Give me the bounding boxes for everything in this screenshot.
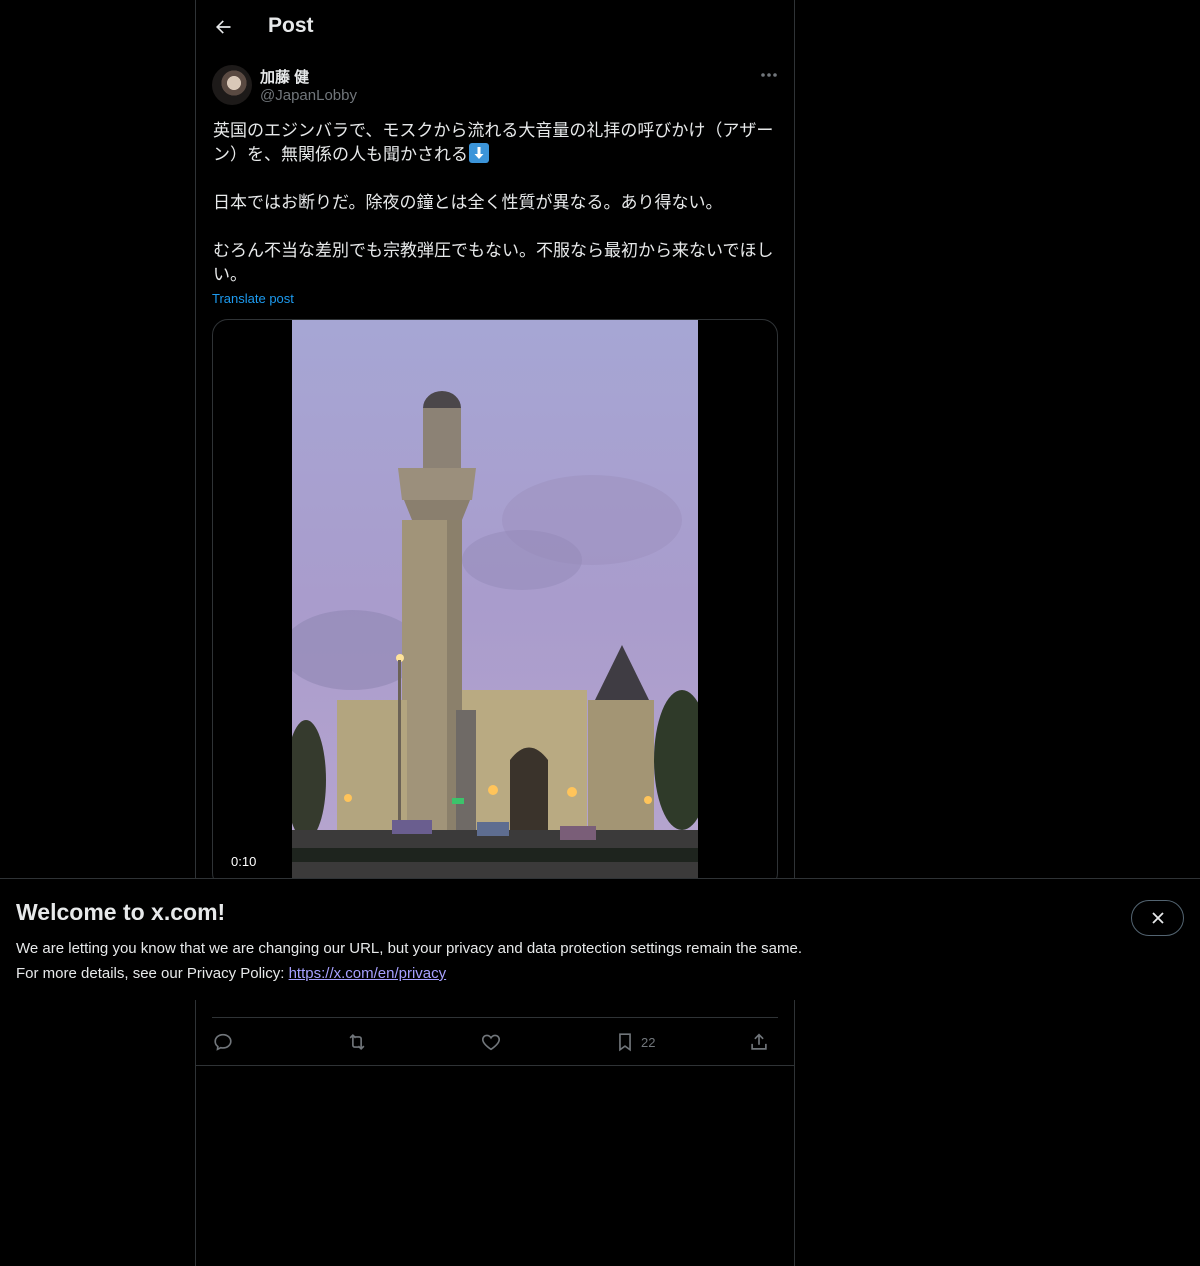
page-title: Post (268, 14, 314, 37)
post-header: Post (196, 0, 794, 53)
heart-icon (481, 1034, 501, 1051)
tweet-text: 英国のエジンバラで、モスクから流れる大音量の礼拝の呼びかけ（アザーン）を、無関係… (213, 119, 776, 287)
tweet-paragraph-1: 英国のエジンバラで、モスクから流れる大音量の礼拝の呼びかけ（アザーン）を、無関係… (213, 121, 774, 164)
main-column: Post 加藤 健 @JapanLobby 英国のエジンバラで、モスクから流れる… (195, 0, 795, 1266)
tweet-paragraph-2: 日本ではお断りだ。除夜の鐘とは全く性質が異なる。あり得ない。 (213, 193, 723, 212)
close-banner-button[interactable] (1131, 900, 1184, 936)
author-display-name[interactable]: 加藤 健 (260, 66, 309, 87)
reply-button[interactable] (212, 1030, 234, 1054)
banner-line-2: For more details, see our Privacy Policy… (16, 961, 1016, 986)
tweet-paragraph-3: むろん不当な差別でも宗教弾圧でもない。不服なら最初から来ないでほしい。 (213, 241, 774, 284)
bookmark-icon (619, 1033, 631, 1052)
repost-button[interactable] (346, 1030, 368, 1054)
video-thumbnail (292, 320, 698, 888)
video-player[interactable]: 0:10 (212, 319, 778, 889)
divider (196, 1065, 794, 1066)
reply-icon (214, 1033, 232, 1051)
share-button[interactable] (748, 1030, 770, 1054)
banner-line-1: We are letting you know that we are chan… (16, 940, 802, 957)
translate-post-link[interactable]: Translate post (212, 291, 294, 306)
like-button[interactable] (480, 1030, 502, 1054)
bookmark-count: 22 (641, 1034, 656, 1050)
avatar[interactable] (212, 65, 252, 105)
banner-title: Welcome to x.com! (16, 899, 226, 925)
author-handle[interactable]: @JapanLobby (260, 87, 357, 104)
action-bar: 22 (212, 1017, 778, 1066)
more-icon (761, 73, 777, 77)
back-button[interactable] (208, 10, 238, 44)
banner-line-2-text: For more details, see our Privacy Policy… (16, 965, 289, 982)
url-change-banner: Welcome to x.com! We are letting you kno… (0, 878, 1200, 1000)
banner-message: We are letting you know that we are chan… (16, 936, 1016, 986)
more-options-button[interactable] (756, 65, 782, 85)
video-duration: 0:10 (225, 852, 263, 871)
down-arrow-emoji-icon (469, 143, 489, 163)
privacy-policy-link[interactable]: https://x.com/en/privacy (289, 965, 447, 982)
share-icon (751, 1033, 767, 1050)
close-icon (1151, 912, 1164, 924)
bookmark-button[interactable]: 22 (614, 1030, 655, 1054)
arrow-left-icon (216, 20, 231, 34)
repost-icon (349, 1033, 365, 1051)
